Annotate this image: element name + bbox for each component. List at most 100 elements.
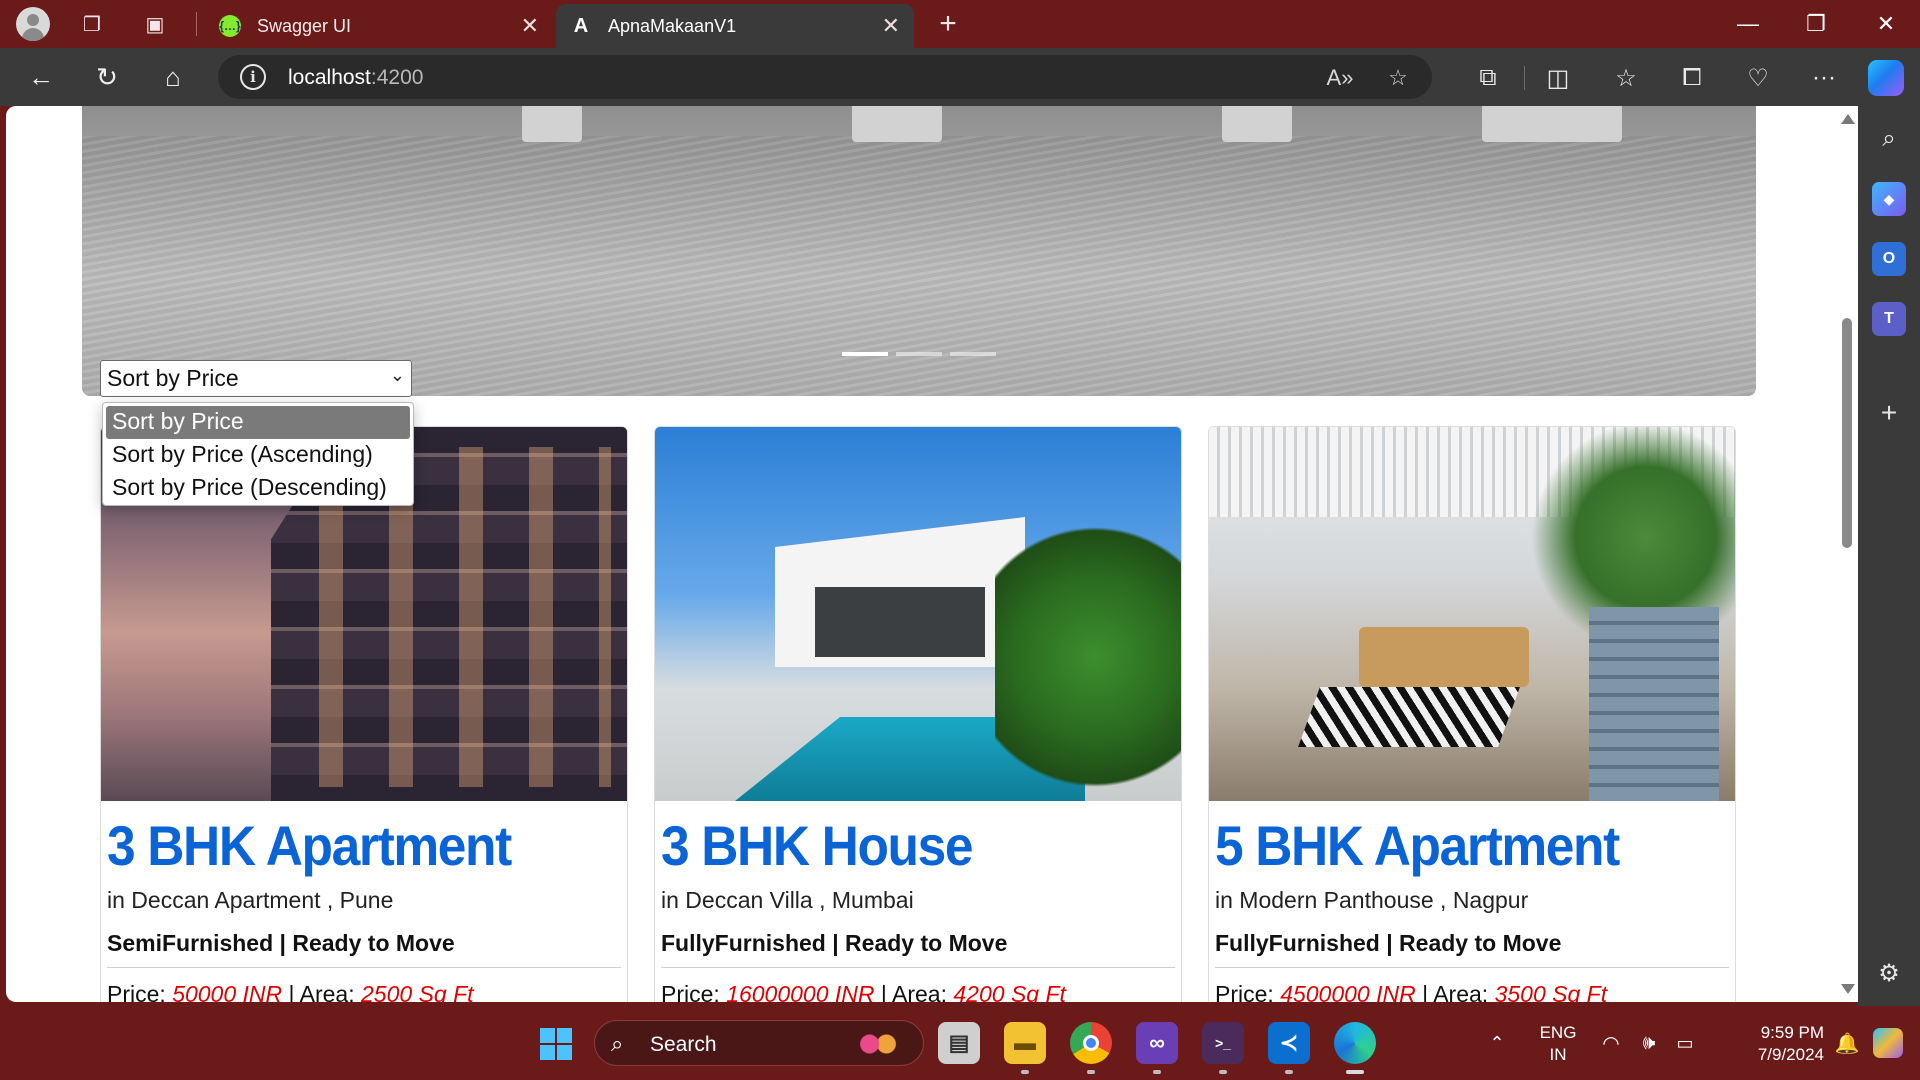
windows-start-icon[interactable] [540,1028,572,1060]
vscode-icon[interactable]: ≺ [1268,1022,1310,1074]
area-value: 3500 Sq Ft [1494,981,1608,1002]
property-status: FullyFurnished | Ready to Move [1215,930,1562,956]
browser-title-bar: ❐ ▣ {…} Swagger UI ✕ A ApnaMakaanV1 ✕ + … [0,0,1920,48]
hero-pillar [1482,106,1622,142]
price-value: 50000 INR [172,981,283,1002]
price-value: 4500000 INR [1280,981,1416,1002]
terminal-icon[interactable]: >_ [1202,1022,1244,1074]
sort-option[interactable]: Sort by Price (Ascending) [106,439,410,472]
property-card[interactable]: 3 BHK Apartment in Deccan Apartment , Pu… [100,426,628,1002]
system-clock[interactable]: 9:59 PM 7/9/2024 [1714,1022,1824,1066]
browser-essentials-icon[interactable]: ♡ [1742,62,1774,94]
scrollbar-thumb[interactable] [1842,318,1852,548]
page-viewport: Sort by Price ⌄ Sort by Price Sort by Pr… [6,106,1858,1002]
property-image[interactable] [1209,427,1735,801]
wifi-icon[interactable]: ◠ [1596,1006,1626,1080]
sort-option[interactable]: Sort by Price [106,406,410,439]
property-title[interactable]: 3 BHK House [661,813,974,878]
property-title[interactable]: 3 BHK Apartment [107,813,512,878]
taskbar-search-label: Search [650,1033,717,1056]
search-icon: ⌕ [611,1031,624,1056]
windows-taskbar: ⌕ Search ▤ ▬ ∞ >_ ≺ ⌃ ENG IN ◠ 🕪 ▭ 9:59 P… [0,1006,1920,1080]
language-indicator[interactable]: ENG IN [1536,1022,1580,1066]
notification-bell-icon[interactable]: 🔔 [1832,1006,1862,1080]
collections-icon[interactable]: ⧠ [1676,62,1708,94]
copilot-icon[interactable] [1868,60,1904,96]
hero-pillar [522,106,582,142]
address-bar[interactable]: i localhost:4200 A» ☆ [218,55,1432,99]
price-area-line: Price: 4500000 INR | Area: 3500 Sq Ft [1215,981,1607,1002]
sort-dropdown-menu: Sort by Price Sort by Price (Ascending) … [102,402,414,506]
copilot-sidebar-icon[interactable]: ◆ [1872,182,1906,216]
close-icon[interactable]: ✕ [882,13,900,39]
settings-gear-icon[interactable]: ⚙ [1872,956,1906,990]
close-icon[interactable]: ✕ [521,13,539,39]
minimize-button[interactable]: — [1728,8,1768,40]
favorite-star-icon[interactable]: ☆ [1384,64,1412,92]
card-divider [1215,967,1729,968]
read-aloud-icon[interactable]: A» [1326,64,1354,92]
scroll-up-arrow-icon[interactable] [1841,114,1855,124]
carousel-indicators [842,352,996,356]
more-menu-icon[interactable]: ··· [1808,62,1840,94]
volume-icon[interactable]: 🕪 [1634,1006,1664,1080]
edge-sidebar: ⌕ ◆ O T + ⚙ [1858,106,1920,1006]
file-explorer-icon[interactable]: ▬ [1004,1022,1046,1074]
toolbar-divider [1524,66,1525,90]
sort-select[interactable]: Sort by Price ⌄ [100,360,412,397]
refresh-button[interactable]: ↻ [90,60,124,94]
show-hidden-icons-icon[interactable]: ⌃ [1482,1006,1512,1080]
property-location: in Deccan Villa , Mumbai [661,887,914,913]
close-window-button[interactable]: ✕ [1866,8,1906,40]
add-sidebar-app-icon[interactable]: + [1872,396,1906,430]
carousel-indicator[interactable] [950,352,996,356]
taskbar-search[interactable]: ⌕ Search [594,1020,924,1066]
new-tab-button[interactable]: + [932,7,964,40]
profile-avatar-icon[interactable] [16,7,50,41]
titlebar-divider [196,12,197,36]
hero-pillar [1222,106,1292,142]
property-card[interactable]: 5 BHK Apartment in Modern Panthouse , Na… [1208,426,1736,1002]
tab-label: Swagger UI [257,15,352,36]
property-status: FullyFurnished | Ready to Move [661,930,1008,956]
tab-actions-icon[interactable]: ▣ [141,10,169,38]
split-screen-icon[interactable]: ◫ [1542,62,1574,94]
back-button[interactable]: ← [24,60,58,94]
hero-pillar [852,106,942,142]
tab-apnamakaan[interactable]: A ApnaMakaanV1 ✕ [556,4,914,48]
property-title[interactable]: 5 BHK Apartment [1215,813,1620,878]
property-card[interactable]: 3 BHK House in Deccan Villa , Mumbai Ful… [654,426,1182,1002]
angular-icon: A [573,14,589,37]
area-value: 4200 Sq Ft [953,981,1066,1002]
restore-button[interactable]: ❐ [1796,8,1836,40]
chrome-icon[interactable] [1070,1022,1112,1074]
home-button[interactable]: ⌂ [156,60,190,94]
tab-swagger-ui[interactable]: {…} Swagger UI ✕ [205,4,553,48]
carousel-indicator[interactable] [896,352,942,356]
extensions-icon[interactable]: ⧉ [1472,62,1504,94]
visual-studio-icon[interactable]: ∞ [1136,1022,1178,1074]
outlook-icon[interactable]: O [1872,242,1906,276]
teams-icon[interactable]: T [1872,302,1906,336]
tab-label: ApnaMakaanV1 [608,15,737,36]
scroll-down-arrow-icon[interactable] [1841,984,1855,994]
task-view-icon[interactable]: ▤ [938,1022,980,1064]
search-icon[interactable]: ⌕ [1872,122,1906,156]
property-status: SemiFurnished | Ready to Move [107,930,455,956]
battery-icon[interactable]: ▭ [1670,1006,1700,1080]
browser-toolbar: ← ↻ ⌂ i localhost:4200 A» ☆ ⧉ ◫ ☆ ⧠ ♡ ··… [0,48,1920,106]
sort-option[interactable]: Sort by Price (Descending) [106,472,410,505]
workspaces-icon[interactable]: ❐ [78,10,106,38]
card-divider [107,967,621,968]
url-text[interactable]: localhost:4200 [288,66,423,90]
carousel-indicator[interactable] [842,352,888,356]
page-scrollbar[interactable] [1836,106,1858,1002]
price-area-line: Price: 16000000 INR | Area: 4200 Sq Ft [661,981,1066,1002]
property-image[interactable] [655,427,1181,807]
edge-icon[interactable] [1334,1022,1376,1074]
area-value: 2500 Sq Ft [361,981,474,1002]
favorites-icon[interactable]: ☆ [1610,62,1642,94]
copilot-taskbar-icon[interactable] [1870,1006,1906,1080]
site-info-icon[interactable]: i [240,64,266,90]
hero-carousel[interactable] [82,106,1756,396]
